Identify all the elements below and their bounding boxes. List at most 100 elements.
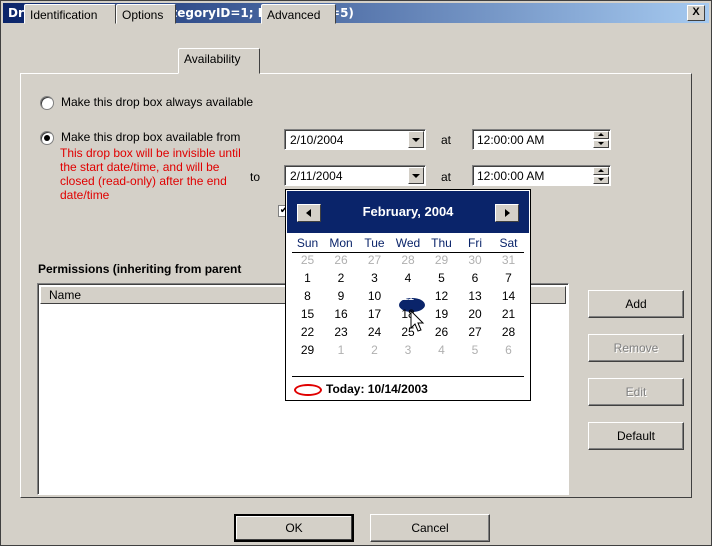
add-button-label: Add	[625, 297, 647, 311]
calendar-day[interactable]: 25	[290, 253, 325, 267]
end-time-down-icon[interactable]	[593, 176, 609, 184]
calendar-day[interactable]: 4	[391, 271, 426, 285]
calendar-day[interactable]: 15	[290, 307, 325, 321]
start-at-label: at	[441, 133, 452, 147]
dow-wed: Wed	[395, 236, 421, 250]
calendar-day[interactable]: 16	[324, 307, 359, 321]
remove-button[interactable]: Remove	[588, 334, 684, 362]
remove-button-label: Remove	[613, 341, 659, 355]
calendar-day[interactable]: 23	[324, 325, 359, 339]
calendar-day[interactable]: 12	[424, 289, 459, 303]
start-date-combo[interactable]: 2/10/2004	[284, 129, 426, 150]
calendar-day[interactable]: 10	[357, 289, 392, 303]
tab-availability-label: Availability	[184, 52, 241, 66]
calendar-day[interactable]: 24	[357, 325, 392, 339]
calendar-day[interactable]: 21	[491, 307, 526, 321]
calendar-popup[interactable]: February, 2004 Sun Mon Tue Wed Thu Fri Sat 25 2…	[285, 189, 531, 401]
tab-identification[interactable]: Identification	[24, 4, 116, 24]
tab-identification-label: Identification	[30, 8, 98, 22]
calendar-day[interactable]: 31	[491, 253, 526, 267]
dow-sun: Sun	[296, 236, 319, 250]
calendar-day[interactable]: 7	[491, 271, 526, 285]
calendar-day[interactable]: 1	[324, 343, 359, 357]
calendar-day[interactable]: 9	[324, 289, 359, 303]
end-date-combo[interactable]: 2/11/2004	[284, 165, 426, 186]
calendar-day[interactable]: 2	[324, 271, 359, 285]
calendar-month-label: February, 2004	[362, 204, 454, 219]
calendar-day[interactable]: 27	[357, 253, 392, 267]
default-button-label: Default	[616, 429, 656, 443]
end-time-spinner[interactable]: 12:00:00 AM	[472, 165, 611, 186]
calendar-day[interactable]: 13	[458, 289, 493, 303]
calendar-day[interactable]: 6	[458, 271, 493, 285]
calendar-day[interactable]: 5	[458, 343, 493, 357]
dow-sat: Sat	[499, 236, 518, 250]
calendar-day[interactable]: 17	[357, 307, 392, 321]
calendar-day[interactable]: 5	[424, 271, 459, 285]
available-from-radio[interactable]	[40, 131, 54, 145]
tab-advanced-label: Advanced	[267, 8, 321, 22]
calendar-day[interactable]: 28	[491, 325, 526, 339]
today-circle-icon	[294, 384, 322, 396]
calendar-day[interactable]: 4	[424, 343, 459, 357]
close-button[interactable]: X	[687, 5, 705, 21]
cancel-button-label: Cancel	[411, 521, 449, 535]
today-label[interactable]: Today: 10/14/2003	[326, 382, 428, 396]
calendar-day[interactable]: 30	[458, 253, 493, 267]
calendar-day[interactable]: 3	[357, 271, 392, 285]
calendar-day[interactable]: 20	[458, 307, 493, 321]
available-from-label: Make this drop box available from	[61, 130, 241, 144]
tab-options-label: Options	[122, 8, 164, 22]
permissions-heading: Permissions (inheriting from parent	[38, 262, 242, 276]
calendar-day[interactable]: 6	[491, 343, 526, 357]
calendar-day[interactable]: 3	[391, 343, 426, 357]
availability-note: This drop box will be invisible until th…	[60, 146, 241, 202]
calendar-day[interactable]: 22	[290, 325, 325, 339]
today-divider	[292, 376, 524, 377]
tab-availability[interactable]: Availability	[178, 48, 260, 74]
calendar-day[interactable]: 27	[458, 325, 493, 339]
calendar-day[interactable]: 19	[424, 307, 459, 321]
calendar-header: February, 2004	[287, 191, 529, 233]
calendar-day[interactable]: 29	[424, 253, 459, 267]
next-month-icon[interactable]	[495, 204, 519, 222]
end-at-label: at	[441, 170, 452, 184]
cancel-button[interactable]: Cancel	[370, 514, 490, 542]
dow-tue: Tue	[364, 236, 385, 250]
end-date-value: 2/11/2004	[290, 169, 343, 183]
calendar-day[interactable]: 26	[324, 253, 359, 267]
always-available-label: Make this drop box always available	[61, 95, 254, 109]
dow-thu: Thu	[431, 236, 452, 250]
calendar-day[interactable]: 14	[491, 289, 526, 303]
edit-button-label: Edit	[625, 385, 647, 399]
start-date-dropdown-icon[interactable]	[408, 131, 424, 148]
start-time-spinner[interactable]: 12:00:00 AM	[472, 129, 611, 150]
calendar-day[interactable]: 28	[391, 253, 426, 267]
calendar-day[interactable]: 29	[290, 343, 325, 357]
ok-button[interactable]: OK	[234, 514, 354, 542]
edit-button[interactable]: Edit	[588, 378, 684, 406]
ok-button-label: OK	[285, 521, 303, 535]
calendar-day[interactable]: 1	[290, 271, 325, 285]
start-time-down-icon[interactable]	[593, 140, 609, 148]
always-available-radio[interactable]	[40, 96, 54, 110]
dow-mon: Mon	[329, 236, 353, 250]
calendar-day[interactable]: 2	[357, 343, 392, 357]
end-time-up-icon[interactable]	[593, 167, 609, 175]
calendar-day[interactable]: 8	[290, 289, 325, 303]
calendar-day[interactable]: 26	[424, 325, 459, 339]
end-date-dropdown-icon[interactable]	[408, 167, 424, 184]
name-column-label: Name	[49, 288, 82, 302]
tab-options[interactable]: Options	[116, 4, 176, 24]
mouse-cursor-icon	[410, 310, 425, 332]
end-time-value: 12:00:00 AM	[477, 169, 545, 183]
start-date-value: 2/10/2004	[290, 133, 344, 147]
tab-advanced[interactable]: Advanced	[261, 4, 336, 24]
calendar-day[interactable]: 11	[391, 289, 426, 303]
start-time-up-icon[interactable]	[593, 131, 609, 139]
default-button[interactable]: Default	[588, 422, 684, 450]
start-time-value: 12:00:00 AM	[477, 133, 545, 147]
dow-fri: Fri	[468, 236, 482, 250]
add-button[interactable]: Add	[588, 290, 684, 318]
to-label: to	[250, 170, 261, 184]
